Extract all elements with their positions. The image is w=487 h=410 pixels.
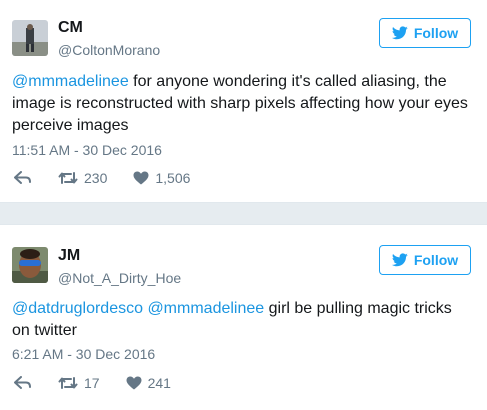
like-button[interactable]: 241 [126, 375, 171, 391]
user-display-name[interactable]: JM [58, 247, 80, 265]
retweet-icon [58, 377, 78, 389]
follow-button[interactable]: Follow [379, 18, 471, 48]
like-count: 241 [147, 375, 171, 391]
retweet-button[interactable]: 17 [58, 375, 100, 391]
like-icon [126, 376, 142, 390]
retweet-count: 230 [84, 170, 108, 186]
avatar[interactable] [12, 20, 48, 56]
mention-link[interactable]: @mmmadelinee [147, 300, 264, 317]
follow-label: Follow [413, 252, 459, 268]
mention-link[interactable]: @datdruglordesco [12, 300, 143, 317]
retweet-button[interactable]: 230 [58, 170, 107, 186]
tweet-actions: 230 1,506 [14, 170, 216, 186]
reply-button[interactable] [14, 171, 32, 185]
mention-link[interactable]: @mmmadelinee [12, 73, 129, 90]
reply-button[interactable] [14, 376, 32, 390]
retweet-count: 17 [84, 375, 100, 391]
avatar[interactable] [12, 247, 48, 283]
user-handle[interactable]: @Not_A_Dirty_Hoe [58, 270, 181, 286]
like-icon [133, 171, 149, 185]
tweet-timestamp[interactable]: 6:21 AM - 30 Dec 2016 [12, 346, 155, 362]
tweet-card: CM @ColtonMorano Follow @mmmadelinee for… [0, 0, 487, 203]
retweet-icon [58, 172, 78, 184]
follow-button[interactable]: Follow [379, 245, 471, 275]
tweet-card: JM @Not_A_Dirty_Hoe Follow @datdruglorde… [0, 224, 487, 410]
like-button[interactable]: 1,506 [133, 170, 190, 186]
twitter-bird-icon [391, 26, 408, 40]
follow-label: Follow [413, 25, 459, 41]
tweet-text: @mmmadelinee for anyone wondering it's c… [12, 71, 473, 137]
user-display-name[interactable]: CM [58, 19, 83, 37]
tweet-timestamp[interactable]: 11:51 AM - 30 Dec 2016 [12, 142, 162, 158]
user-handle[interactable]: @ColtonMorano [58, 42, 160, 58]
reply-icon [14, 171, 31, 184]
tweet-text: @datdruglordesco @mmmadelinee girl be pu… [12, 298, 473, 342]
like-count: 1,506 [155, 170, 191, 186]
twitter-bird-icon [391, 253, 408, 267]
reply-icon [14, 376, 31, 389]
tweet-actions: 17 241 [14, 375, 197, 391]
